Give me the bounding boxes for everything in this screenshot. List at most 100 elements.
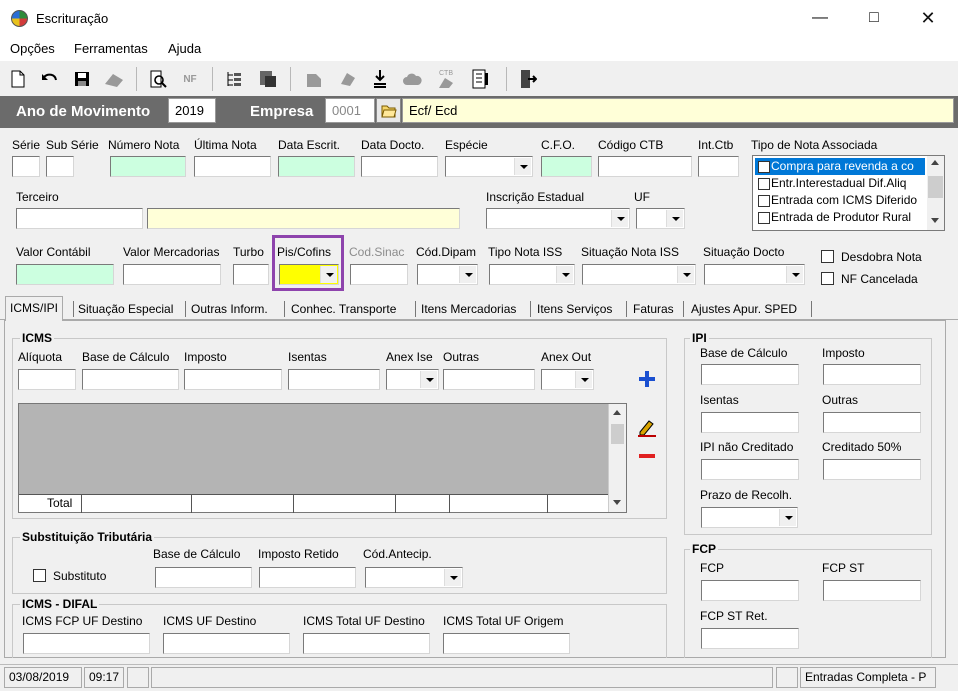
codigo-ctb-field[interactable] xyxy=(598,156,692,177)
fcp-destino-field[interactable] xyxy=(23,633,150,654)
status-mode: Entradas Completa - P xyxy=(800,667,936,688)
isentas-field[interactable] xyxy=(288,369,380,390)
outras-field[interactable] xyxy=(443,369,535,390)
total-destino-field[interactable] xyxy=(303,633,430,654)
cfo-field[interactable] xyxy=(541,156,592,177)
nfe-icon[interactable]: NF xyxy=(178,67,202,91)
save-icon[interactable] xyxy=(70,67,94,91)
export-icon[interactable] xyxy=(256,67,280,91)
exit-icon[interactable] xyxy=(516,67,540,91)
data-docto-field[interactable] xyxy=(361,156,438,177)
st-base-field[interactable] xyxy=(155,567,252,588)
new-doc-icon[interactable] xyxy=(6,67,30,91)
situacao-iss-select[interactable] xyxy=(582,264,696,285)
cod-antecip-select[interactable] xyxy=(365,567,463,588)
ipi-creditado-field[interactable] xyxy=(823,459,921,480)
list-item[interactable]: Entrada de Produtor Rural xyxy=(755,209,925,226)
tab-icms-ipi[interactable]: ICMS/IPI xyxy=(5,296,64,321)
codigo-ctb-label: Código CTB xyxy=(598,138,664,152)
anex-out-select[interactable] xyxy=(541,369,594,390)
terceiro-code-field[interactable] xyxy=(16,208,143,229)
aliquota-field[interactable] xyxy=(18,369,76,390)
tipo-nota-listbox[interactable]: Compra para revenda a co Entr.Interestad… xyxy=(752,155,945,231)
ano-field[interactable]: 2019 xyxy=(168,98,216,123)
minimize-button[interactable]: — xyxy=(797,4,843,32)
stamp-icon[interactable] xyxy=(336,67,360,91)
prazo-select[interactable] xyxy=(701,507,798,528)
pis-cofins-select[interactable] xyxy=(279,264,339,285)
tab-faturas[interactable]: Faturas xyxy=(629,298,678,320)
int-ctb-field[interactable] xyxy=(698,156,739,177)
numero-nota-field[interactable] xyxy=(110,156,186,177)
valor-contabil-field[interactable] xyxy=(16,264,114,285)
calculator-icon[interactable] xyxy=(468,67,492,91)
ipi-base-field[interactable] xyxy=(701,364,799,385)
situacao-docto-select[interactable] xyxy=(704,264,805,285)
listbox-scrollbar[interactable] xyxy=(927,156,944,230)
uf-destino-field[interactable] xyxy=(163,633,290,654)
base-calculo-field[interactable] xyxy=(82,369,179,390)
data-escrit-field[interactable] xyxy=(278,156,355,177)
cod-dipam-select[interactable] xyxy=(417,264,478,285)
ctb-icon[interactable]: CTB xyxy=(434,67,458,91)
especie-select[interactable] xyxy=(445,156,533,177)
data-docto-label: Data Docto. xyxy=(361,138,425,152)
cod-sinac-field[interactable] xyxy=(350,264,408,285)
cloud-icon[interactable] xyxy=(400,67,424,91)
tab-itens-mercadorias[interactable]: Itens Mercadorias xyxy=(417,298,520,320)
turbo-field[interactable] xyxy=(233,264,269,285)
undo-icon[interactable] xyxy=(38,67,62,91)
fcp-field[interactable] xyxy=(701,580,799,601)
maximize-button[interactable]: □ xyxy=(851,4,897,32)
empresa-code-field[interactable]: 0001 xyxy=(325,98,375,123)
ultima-nota-field[interactable] xyxy=(194,156,271,177)
substituto-checkbox[interactable] xyxy=(33,569,46,582)
download-icon[interactable] xyxy=(368,67,392,91)
ipi-outras-field[interactable] xyxy=(823,412,921,433)
tree-icon[interactable] xyxy=(222,67,246,91)
delete-icon[interactable] xyxy=(102,67,126,91)
paste-icon[interactable] xyxy=(302,67,326,91)
list-item[interactable]: Entrada com ICMS Diferido xyxy=(755,192,925,209)
remove-button[interactable] xyxy=(631,441,663,471)
list-item[interactable]: Entr.Interestadual Dif.Aliq xyxy=(755,175,925,192)
ipi-isentas-field[interactable] xyxy=(701,412,799,433)
ipi-nao-creditado-field[interactable] xyxy=(701,459,799,480)
tab-outras-inform[interactable]: Outras Inform. xyxy=(187,298,272,320)
sub-serie-field[interactable] xyxy=(46,156,74,177)
imposto-field[interactable] xyxy=(184,369,282,390)
tab-situacao-especial[interactable]: Situação Especial xyxy=(74,298,177,320)
valor-contabil-label: Valor Contábil xyxy=(16,245,91,259)
edit-button[interactable] xyxy=(631,413,663,443)
imposto-retido-field[interactable] xyxy=(259,567,356,588)
tab-itens-servicos[interactable]: Itens Serviços xyxy=(533,298,616,320)
tab-conhec-transporte[interactable]: Conhec. Transporte xyxy=(287,298,400,320)
valor-mercadorias-field[interactable] xyxy=(123,264,221,285)
int-ctb-label: Int.Ctb xyxy=(698,138,734,152)
ipi-title: IPI xyxy=(690,331,709,345)
anex-ise-select[interactable] xyxy=(386,369,439,390)
folder-open-button[interactable] xyxy=(376,98,401,123)
fcp-st-field[interactable] xyxy=(823,580,921,601)
desdobra-checkbox[interactable] xyxy=(821,250,834,263)
serie-field[interactable] xyxy=(12,156,40,177)
tipo-nota-iss-select[interactable] xyxy=(489,264,575,285)
terceiro-name-field[interactable] xyxy=(147,208,460,229)
ipi-imposto-field[interactable] xyxy=(823,364,921,385)
uf-select[interactable] xyxy=(636,208,685,229)
menu-ferramentas[interactable]: Ferramentas xyxy=(74,41,148,56)
menu-ajuda[interactable]: Ajuda xyxy=(168,41,201,56)
menu-opcoes[interactable]: Opções xyxy=(10,41,55,56)
empresa-name-field[interactable]: Ecf/ Ecd xyxy=(402,98,954,123)
close-button[interactable]: ✕ xyxy=(905,4,951,32)
nf-cancelada-checkbox[interactable] xyxy=(821,272,834,285)
icms-grid[interactable]: Total xyxy=(18,403,627,513)
inscricao-select[interactable] xyxy=(486,208,630,229)
total-origem-field[interactable] xyxy=(443,633,570,654)
tab-ajustes-sped[interactable]: Ajustes Apur. SPED xyxy=(687,298,801,320)
list-item[interactable]: Compra para revenda a co xyxy=(755,158,925,175)
fcp-st-ret-field[interactable] xyxy=(701,628,799,649)
grid-scrollbar[interactable] xyxy=(608,404,626,512)
add-button[interactable] xyxy=(631,364,663,394)
print-preview-icon[interactable] xyxy=(146,67,170,91)
